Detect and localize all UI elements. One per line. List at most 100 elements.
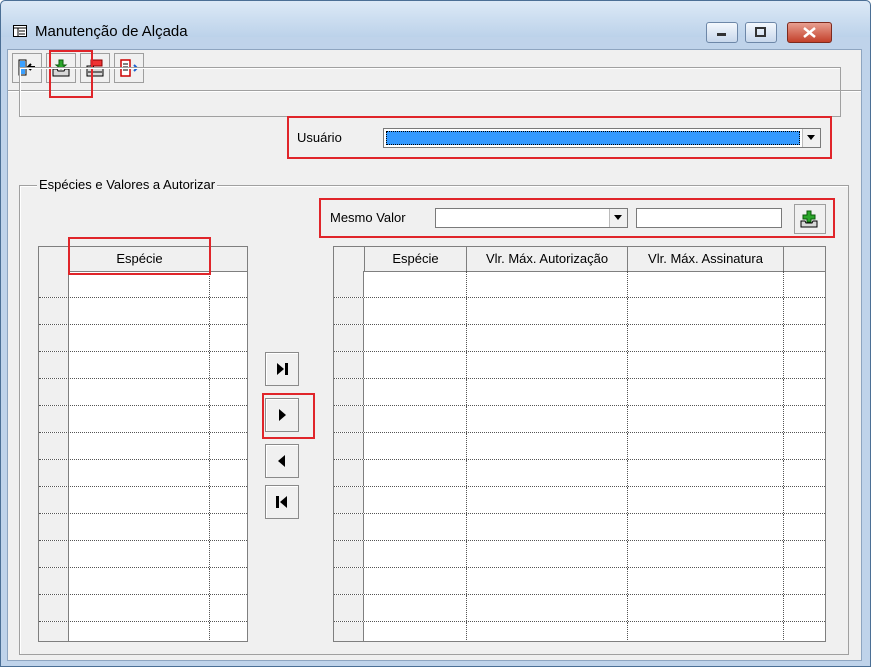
left-grid-table-row[interactable] bbox=[39, 271, 247, 298]
right-grid-table-cell[interactable] bbox=[365, 271, 467, 297]
right-grid-table-row[interactable] bbox=[334, 622, 825, 641]
right-grid-table-cell[interactable] bbox=[467, 568, 628, 594]
left-grid-table-row[interactable] bbox=[39, 406, 247, 433]
left-species-grid[interactable]: Espécie bbox=[38, 246, 248, 642]
right-grid-row-indicator[interactable] bbox=[334, 433, 364, 459]
right-grid-table-row[interactable] bbox=[334, 406, 825, 433]
right-grid-header-max-signature[interactable]: Vlr. Máx. Assinatura bbox=[628, 247, 784, 271]
left-grid-table-cell[interactable] bbox=[70, 595, 210, 621]
right-grid-table-row[interactable] bbox=[334, 595, 825, 622]
left-grid-table-row[interactable] bbox=[39, 595, 247, 622]
right-grid-table-row[interactable] bbox=[334, 433, 825, 460]
left-grid-table-row[interactable] bbox=[39, 352, 247, 379]
right-grid-table-cell[interactable] bbox=[467, 622, 628, 641]
left-grid-table-cell[interactable] bbox=[70, 568, 210, 594]
right-grid-row-indicator[interactable] bbox=[334, 379, 364, 405]
right-grid-table-cell[interactable] bbox=[365, 352, 467, 378]
right-grid-row-indicator[interactable] bbox=[334, 298, 364, 324]
right-grid-table-cell[interactable] bbox=[365, 568, 467, 594]
left-grid-table-cell[interactable] bbox=[70, 352, 210, 378]
minimize-button[interactable] bbox=[706, 22, 738, 43]
right-grid-table-row[interactable] bbox=[334, 487, 825, 514]
right-grid-table-cell[interactable] bbox=[628, 622, 784, 641]
left-grid-table-cell[interactable] bbox=[70, 433, 210, 459]
right-species-grid[interactable]: Espécie Vlr. Máx. Autorização Vlr. Máx. … bbox=[333, 246, 826, 642]
left-grid-table-row[interactable] bbox=[39, 514, 247, 541]
left-grid-row-indicator[interactable] bbox=[39, 325, 69, 351]
right-grid-table-cell[interactable] bbox=[628, 595, 784, 621]
right-grid-table-cell[interactable] bbox=[365, 460, 467, 486]
right-grid-table-cell[interactable] bbox=[628, 460, 784, 486]
right-grid-table-cell[interactable] bbox=[467, 514, 628, 540]
right-grid-table-cell[interactable] bbox=[365, 595, 467, 621]
left-grid-table-row[interactable] bbox=[39, 460, 247, 487]
right-grid-row-indicator[interactable] bbox=[334, 541, 364, 567]
right-grid-table-row[interactable] bbox=[334, 271, 825, 298]
right-grid-table-cell[interactable] bbox=[365, 406, 467, 432]
left-grid-table-row[interactable] bbox=[39, 379, 247, 406]
left-grid-row-indicator[interactable] bbox=[39, 460, 69, 486]
right-grid-table-row[interactable] bbox=[334, 541, 825, 568]
left-grid-table-row[interactable] bbox=[39, 622, 247, 641]
right-grid-table-cell[interactable] bbox=[628, 298, 784, 324]
move-all-left-button[interactable] bbox=[265, 485, 299, 519]
right-grid-table-row[interactable] bbox=[334, 298, 825, 325]
left-grid-row-indicator[interactable] bbox=[39, 433, 69, 459]
left-grid-row-indicator[interactable] bbox=[39, 352, 69, 378]
left-grid-table-cell[interactable] bbox=[70, 325, 210, 351]
right-grid-table-cell[interactable] bbox=[467, 406, 628, 432]
left-grid-row-indicator[interactable] bbox=[39, 406, 69, 432]
left-grid-row-indicator[interactable] bbox=[39, 271, 69, 297]
right-grid-table-cell[interactable] bbox=[365, 514, 467, 540]
right-grid-table-cell[interactable] bbox=[365, 622, 467, 641]
maximize-button[interactable] bbox=[745, 22, 777, 43]
right-grid-table-cell[interactable] bbox=[467, 460, 628, 486]
right-grid-table-row[interactable] bbox=[334, 514, 825, 541]
left-grid-table-row[interactable] bbox=[39, 325, 247, 352]
left-grid-row-indicator[interactable] bbox=[39, 379, 69, 405]
left-grid-row-indicator[interactable] bbox=[39, 514, 69, 540]
right-grid-row-indicator[interactable] bbox=[334, 352, 364, 378]
left-grid-table-cell[interactable] bbox=[70, 487, 210, 513]
right-grid-table-cell[interactable] bbox=[467, 541, 628, 567]
right-grid-table-cell[interactable] bbox=[628, 271, 784, 297]
left-grid-table-row[interactable] bbox=[39, 298, 247, 325]
left-grid-table-cell[interactable] bbox=[70, 379, 210, 405]
right-grid-row-indicator[interactable] bbox=[334, 460, 364, 486]
right-grid-row-indicator[interactable] bbox=[334, 406, 364, 432]
left-grid-row-indicator[interactable] bbox=[39, 568, 69, 594]
right-grid-table-cell[interactable] bbox=[365, 379, 467, 405]
right-grid-table-cell[interactable] bbox=[365, 298, 467, 324]
right-grid-row-indicator[interactable] bbox=[334, 487, 364, 513]
left-grid-table-cell[interactable] bbox=[70, 514, 210, 540]
left-grid-row-indicator[interactable] bbox=[39, 595, 69, 621]
right-grid-table-row[interactable] bbox=[334, 379, 825, 406]
right-grid-table-row[interactable] bbox=[334, 352, 825, 379]
right-grid-table-row[interactable] bbox=[334, 325, 825, 352]
right-grid-table-cell[interactable] bbox=[365, 325, 467, 351]
right-grid-table-cell[interactable] bbox=[628, 514, 784, 540]
right-grid-table-cell[interactable] bbox=[628, 406, 784, 432]
right-grid-row-indicator[interactable] bbox=[334, 271, 364, 297]
left-grid-table-cell[interactable] bbox=[70, 622, 210, 641]
close-button[interactable] bbox=[787, 22, 832, 43]
right-grid-header-especie[interactable]: Espécie bbox=[365, 247, 467, 271]
right-grid-table-cell[interactable] bbox=[467, 487, 628, 513]
right-grid-row-indicator[interactable] bbox=[334, 514, 364, 540]
right-grid-table-row[interactable] bbox=[334, 460, 825, 487]
left-grid-table-row[interactable] bbox=[39, 433, 247, 460]
right-grid-table-cell[interactable] bbox=[365, 487, 467, 513]
left-grid-table-cell[interactable] bbox=[70, 541, 210, 567]
right-grid-table-cell[interactable] bbox=[467, 379, 628, 405]
left-grid-row-indicator[interactable] bbox=[39, 298, 69, 324]
left-grid-row-indicator[interactable] bbox=[39, 622, 69, 641]
right-grid-table-row[interactable] bbox=[334, 568, 825, 595]
right-grid-table-cell[interactable] bbox=[467, 325, 628, 351]
left-grid-table-cell[interactable] bbox=[70, 406, 210, 432]
right-grid-table-cell[interactable] bbox=[628, 541, 784, 567]
left-grid-table-row[interactable] bbox=[39, 568, 247, 595]
right-grid-table-cell[interactable] bbox=[467, 352, 628, 378]
right-grid-row-indicator[interactable] bbox=[334, 622, 364, 641]
right-grid-table-cell[interactable] bbox=[628, 352, 784, 378]
right-grid-table-cell[interactable] bbox=[628, 568, 784, 594]
